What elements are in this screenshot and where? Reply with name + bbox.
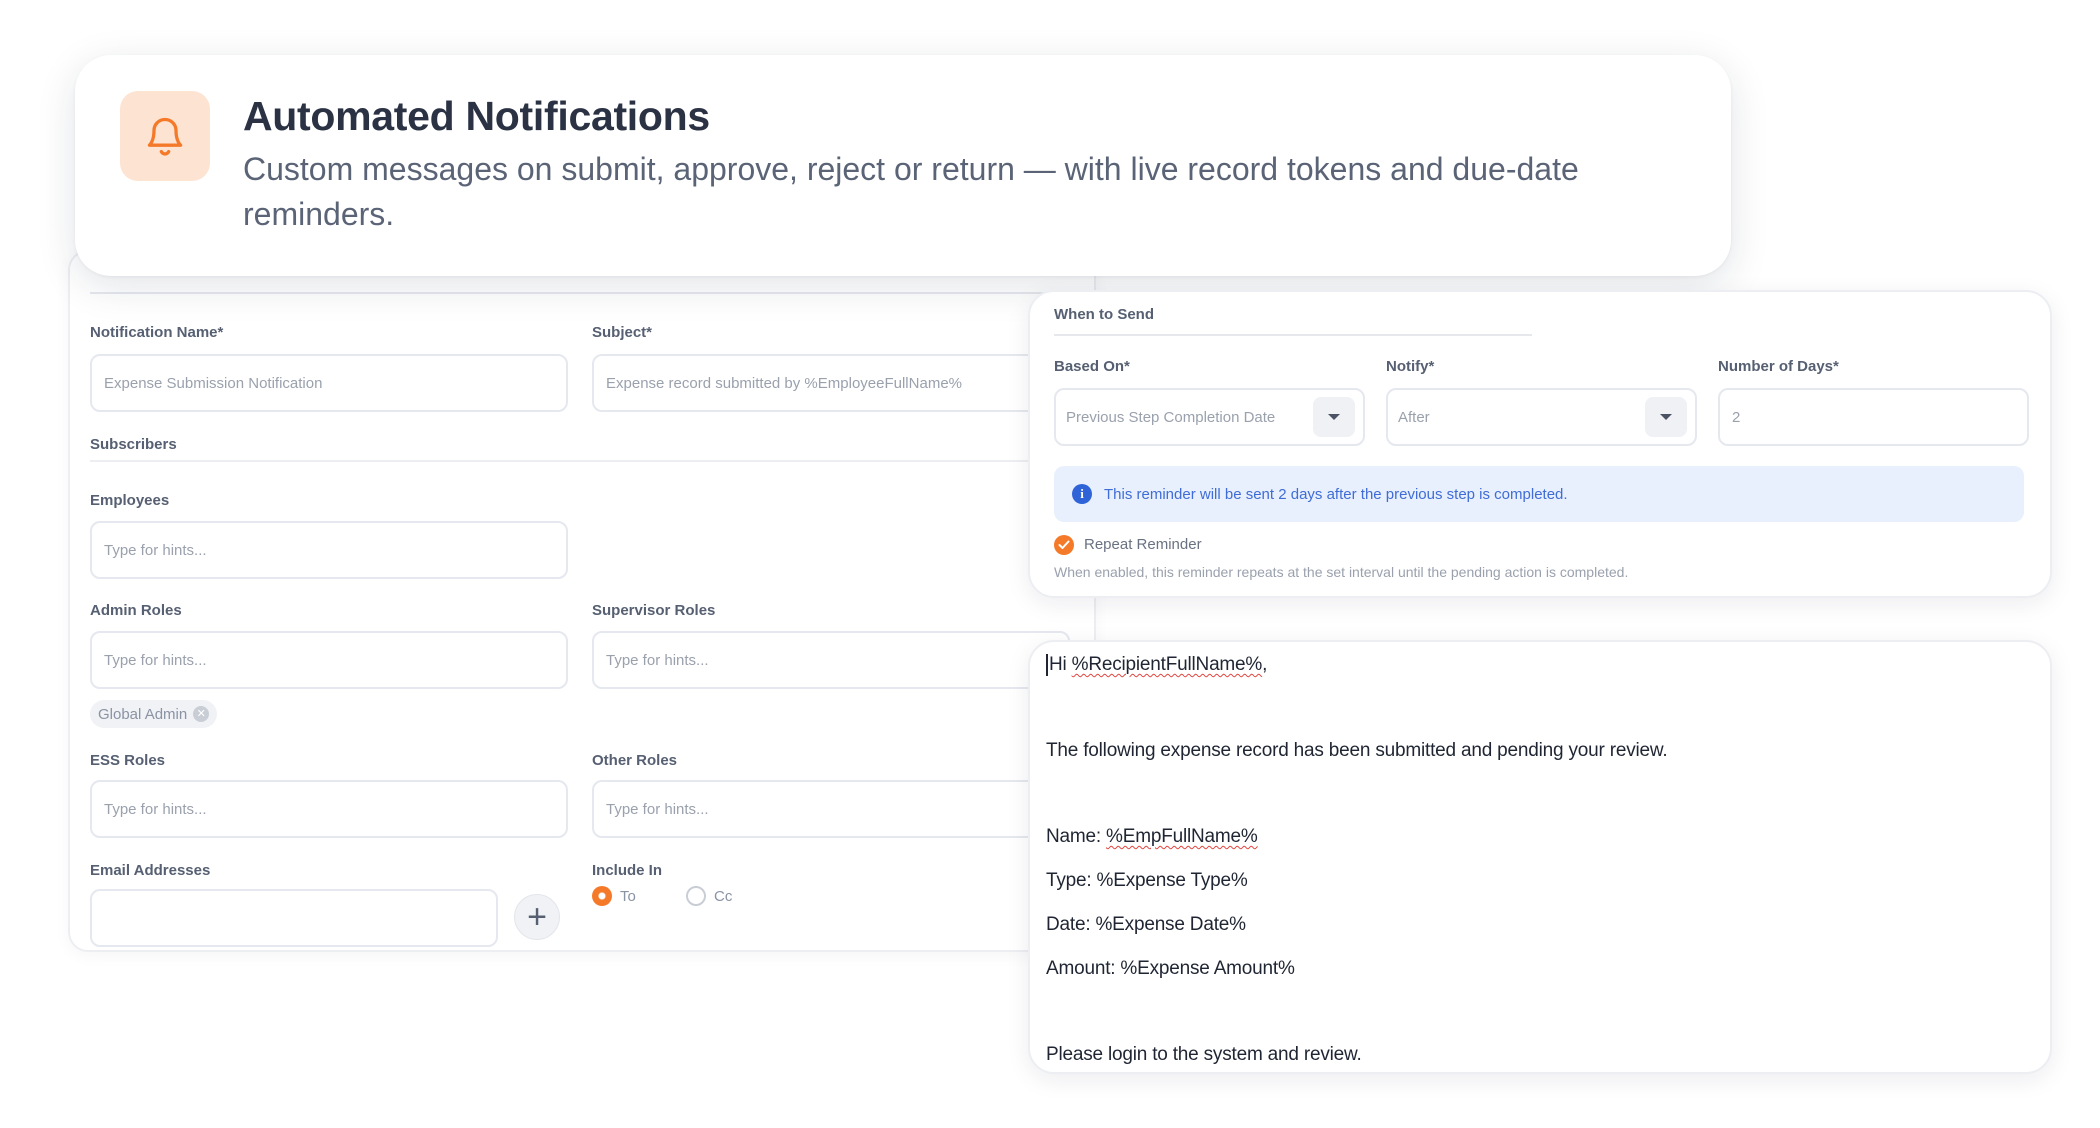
chip-label: Global Admin [98,705,188,723]
when-to-send-divider [1054,334,1532,336]
message-body-line: The following expense record has been su… [1046,740,1668,761]
ess-roles-label: ESS Roles [90,752,166,769]
based-on-select[interactable]: Previous Step Completion Date [1054,388,1365,446]
radio-to-label: To [620,887,636,905]
type-line: Type: %Expense Type% [1046,870,1248,891]
employees-label: Employees [90,492,170,509]
supervisor-roles-label: Supervisor Roles [592,602,716,619]
email-addresses-label: Email Addresses [90,862,211,879]
radio-cc[interactable]: Cc [686,886,732,906]
emp-name-token: %EmpFullName% [1106,826,1258,847]
recipient-token: %RecipientFullName% [1071,654,1263,676]
subject-input[interactable]: Expense record submitted by %EmployeeFul… [592,354,1070,412]
chip-remove-icon[interactable]: ✕ [193,706,210,722]
radio-unselected-icon [686,886,706,906]
page-description: Custom messages on submit, approve, reje… [243,151,1579,232]
greeting-line: Hi %RecipientFullName%, [1046,654,1267,676]
closing-line: Please login to the system and review. [1046,1044,1362,1065]
chevron-down-icon[interactable] [1313,397,1355,437]
admin-roles-input[interactable]: Type for hints... [90,631,568,689]
add-email-button[interactable]: + [514,894,560,940]
repeat-reminder-label: Repeat Reminder [1084,536,1202,553]
based-on-value: Previous Step Completion Date [1066,408,1276,426]
notify-select[interactable]: After [1386,388,1697,446]
reminder-info-banner: i This reminder will be sent 2 days afte… [1054,466,2024,522]
notification-form-card: Notification Name* Expense Submission No… [68,250,1096,952]
number-of-days-input[interactable]: 2 [1718,388,2029,446]
admin-roles-label: Admin Roles [90,602,182,619]
number-of-days-label: Number of Days* [1718,358,1839,375]
email-addresses-input[interactable] [90,889,498,947]
reminder-info-text: This reminder will be sent 2 days after … [1104,485,1568,503]
notification-name-label: Notification Name* [90,324,224,341]
date-line: Date: %Expense Date% [1046,914,1246,935]
bell-icon [147,117,183,156]
chip-global-admin: Global Admin ✕ [90,700,218,728]
other-roles-label: Other Roles [592,752,678,769]
message-editor[interactable]: Hi %RecipientFullName%, The following ex… [1028,640,2052,1074]
form-top-divider [90,292,1094,294]
repeat-reminder-help: When enabled, this reminder repeats at t… [1054,564,1629,580]
employees-input[interactable]: Type for hints... [90,521,568,579]
subscribers-heading: Subscribers [90,436,177,453]
based-on-label: Based On* [1054,358,1130,375]
supervisor-roles-input[interactable]: Type for hints... [592,631,1070,689]
bell-icon-badge [120,91,210,181]
repeat-reminder-checkbox[interactable] [1054,535,1074,555]
feature-header-card: Automated Notifications Custom messages … [75,55,1731,276]
include-in-label: Include In [592,862,663,879]
subscribers-divider [90,460,1094,462]
name-line: Name: %EmpFullName% [1046,826,1258,847]
amount-line: Amount: %Expense Amount% [1046,958,1295,979]
text-cursor [1046,654,1048,676]
chevron-down-icon[interactable] [1645,397,1687,437]
radio-selected-icon [592,886,612,906]
info-icon: i [1072,484,1092,504]
notify-value: After [1398,408,1430,426]
when-to-send-title: When to Send [1054,306,1154,323]
subject-label: Subject* [592,324,653,341]
page-title: Automated Notifications [243,93,710,139]
notification-name-input[interactable]: Expense Submission Notification [90,354,568,412]
checkmark-icon [1058,540,1070,549]
notify-label: Notify* [1386,358,1435,375]
plus-icon: + [527,898,547,936]
ess-roles-input[interactable]: Type for hints... [90,780,568,838]
when-to-send-card: When to Send Based On* Previous Step Com… [1028,290,2052,598]
radio-to[interactable]: To [592,886,636,906]
other-roles-input[interactable]: Type for hints... [592,780,1070,838]
radio-cc-label: Cc [714,887,733,905]
